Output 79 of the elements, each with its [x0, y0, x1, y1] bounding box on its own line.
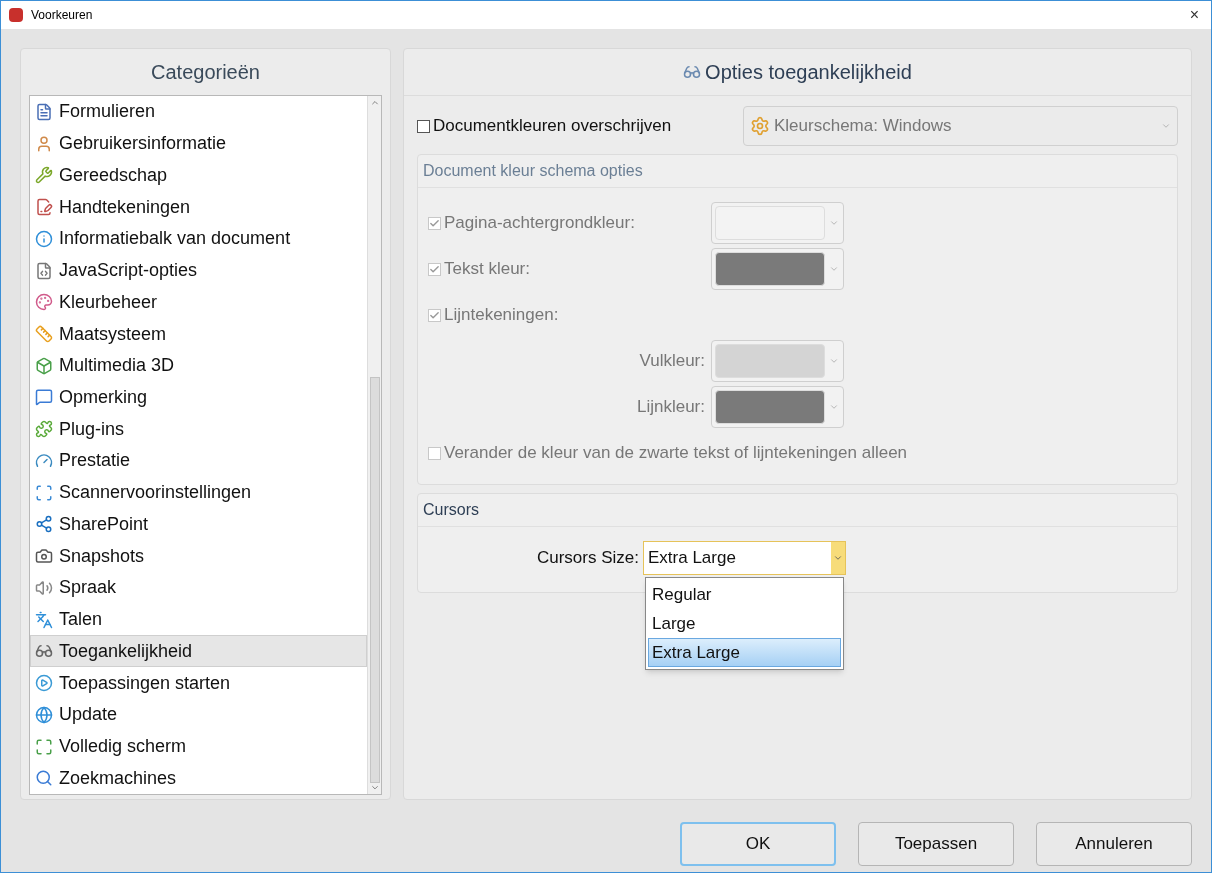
caret-icon — [829, 402, 839, 412]
camera-icon — [35, 547, 53, 566]
info-icon — [35, 229, 53, 248]
category-item[interactable]: Kleurbeheer — [30, 286, 367, 319]
play-icon — [35, 674, 53, 693]
ruler-icon — [35, 325, 53, 343]
category-item[interactable]: Formulieren — [30, 96, 367, 128]
category-item[interactable]: Talen — [30, 603, 367, 636]
cursor-size-dropdown[interactable]: Extra Large — [643, 541, 846, 575]
share-icon — [35, 515, 53, 534]
category-item[interactable]: Informatiebalk van document — [30, 222, 367, 255]
dialog-button[interactable]: Annuleren — [1036, 822, 1192, 866]
checkbox-label: Pagina-achtergrondkleur: — [444, 212, 635, 235]
scroll-thumb[interactable] — [369, 377, 380, 783]
checkbox-label: Verander de kleur van de zwarte tekst of lijntekeningen alleen — [444, 442, 908, 465]
checkbox-label: Documentkleuren overschrijven — [433, 115, 672, 138]
field-label: Vulkleur: — [638, 350, 706, 373]
category-item[interactable]: Opmerking — [30, 381, 367, 414]
script-icon — [35, 261, 53, 280]
scrollbar[interactable] — [367, 96, 381, 794]
glasses-icon — [683, 63, 702, 81]
dialog-button[interactable]: OK — [680, 822, 836, 866]
gauge-icon — [35, 451, 53, 470]
wrench-icon — [35, 166, 53, 185]
document-icon — [35, 198, 53, 217]
group-title: Cursors — [418, 494, 1177, 527]
scanner-icon — [35, 483, 53, 502]
field-label: Lijnkleur: — [635, 396, 706, 419]
scroll-up-icon — [369, 98, 380, 108]
palette-icon — [35, 293, 53, 312]
window-title: Voorkeuren — [31, 7, 93, 24]
person-icon — [35, 134, 53, 153]
checkbox-label: Tekst kleur: — [444, 258, 530, 281]
dropdown-option[interactable]: Large — [648, 609, 841, 638]
category-item[interactable]: Toepassingen starten — [30, 667, 367, 699]
category-item[interactable]: Scannervoorinstellingen — [30, 476, 367, 509]
check-icon — [429, 263, 440, 275]
document-icon — [35, 102, 53, 121]
category-item[interactable]: Gebruikersinformatie — [30, 127, 367, 160]
language-icon — [35, 610, 53, 629]
category-item[interactable]: Handtekeningen — [30, 191, 367, 223]
caret-icon — [829, 218, 839, 228]
puzzle-icon — [35, 420, 53, 439]
caret-icon — [1161, 121, 1171, 131]
category-item[interactable]: Volledig scherm — [30, 730, 367, 763]
caret-icon — [829, 356, 839, 366]
check-icon — [429, 309, 440, 321]
globe-icon — [35, 705, 53, 724]
panel-title: Opties toegankelijkheid — [705, 60, 912, 85]
app-logo-icon — [9, 8, 23, 22]
comment-icon — [35, 388, 53, 407]
category-item[interactable]: Toegankelijkheid — [30, 635, 367, 668]
close-button[interactable]: × — [1185, 3, 1203, 27]
speaker-icon — [35, 578, 53, 597]
panel-title: Categorieën — [150, 60, 261, 85]
category-item[interactable]: Gereedschap — [30, 159, 367, 192]
category-item[interactable]: Maatsysteem — [30, 318, 367, 350]
check-icon — [429, 217, 440, 229]
category-item[interactable]: SharePoint — [30, 508, 367, 541]
group-title: Document kleur schema opties — [418, 155, 1177, 188]
category-item[interactable]: Update — [30, 698, 367, 731]
category-item[interactable]: Zoekmachines — [30, 762, 367, 794]
gears-icon — [750, 116, 770, 136]
category-item[interactable]: Multimedia 3D — [30, 349, 367, 382]
category-item[interactable]: Plug-ins — [30, 413, 367, 446]
dialog-button[interactable]: Toepassen — [858, 822, 1014, 866]
field-label: Cursors Size: — [535, 547, 640, 570]
search-icon — [35, 769, 53, 788]
caret-icon — [829, 264, 839, 274]
checkbox[interactable] — [417, 119, 430, 133]
category-item[interactable]: JavaScript-opties — [30, 254, 367, 287]
category-item[interactable]: Prestatie — [30, 445, 367, 477]
cube-icon — [35, 356, 53, 375]
dropdown-option[interactable]: Regular — [648, 580, 841, 609]
dropdown-option[interactable]: Extra Large — [648, 638, 841, 667]
category-item[interactable]: Spraak — [30, 572, 367, 604]
category-item[interactable]: Snapshots — [30, 540, 367, 572]
fullscreen-icon — [35, 737, 53, 756]
checkbox-label: Lijntekeningen: — [444, 304, 559, 327]
